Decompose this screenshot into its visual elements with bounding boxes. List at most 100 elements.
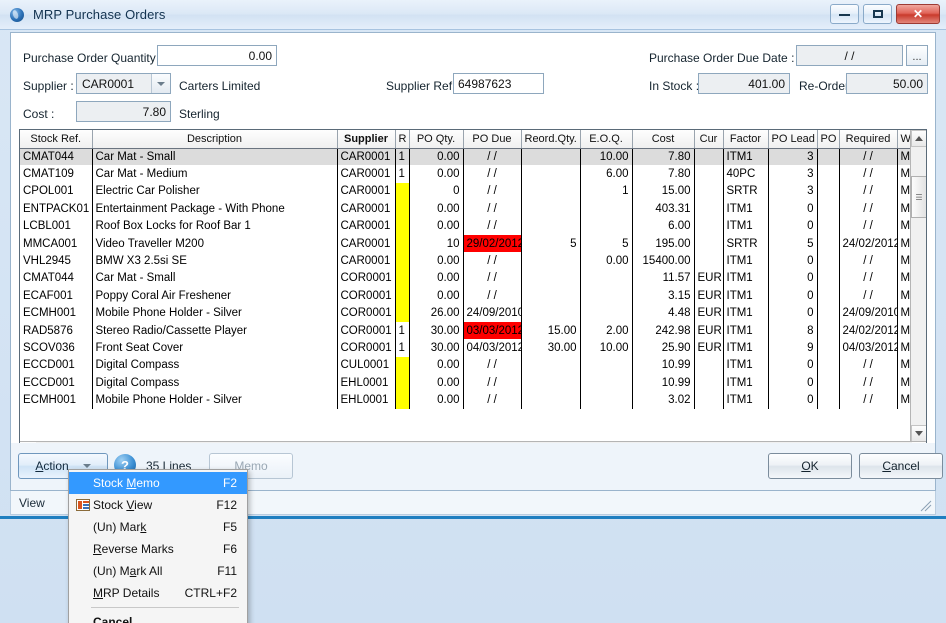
cell-r[interactable] bbox=[395, 374, 410, 392]
cell-reord_qty[interactable] bbox=[521, 200, 581, 218]
cell-po[interactable] bbox=[817, 252, 840, 270]
cell-cur[interactable] bbox=[694, 252, 724, 270]
cell-required[interactable]: / / bbox=[839, 217, 898, 235]
col-eoq[interactable]: E.O.Q. bbox=[580, 130, 633, 149]
cell-po_lead[interactable]: 0 bbox=[768, 374, 818, 392]
cell-description[interactable]: Video Traveller M200 bbox=[92, 234, 338, 253]
cell-stock_ref[interactable]: RAD5876 bbox=[20, 321, 93, 340]
cell-supplier[interactable]: COR0001 bbox=[337, 287, 396, 305]
table-row[interactable]: ECMH001 Mobile Phone Holder - Silver COR00… bbox=[20, 304, 912, 322]
cell-factor[interactable]: ITM1 bbox=[723, 217, 769, 235]
scroll-up-button[interactable] bbox=[911, 130, 926, 147]
cell-factor[interactable]: ITM1 bbox=[723, 391, 769, 409]
cell-w[interactable]: M bbox=[897, 356, 912, 375]
cell-reord_qty[interactable] bbox=[521, 217, 581, 235]
cell-reord_qty[interactable] bbox=[521, 391, 581, 409]
cell-description[interactable]: BMW X3 2.5si SE bbox=[92, 252, 338, 270]
cell-po_qty[interactable]: 0.00 bbox=[409, 374, 464, 392]
cell-required[interactable]: / / bbox=[839, 287, 898, 305]
cell-required[interactable]: / / bbox=[839, 269, 898, 288]
cell-description[interactable]: Stereo Radio/Cassette Player bbox=[92, 321, 338, 340]
cell-reord_qty[interactable] bbox=[521, 148, 581, 166]
cell-cost[interactable]: 15.00 bbox=[632, 182, 695, 201]
cell-po_qty[interactable]: 0.00 bbox=[409, 148, 464, 166]
col-reord-qty[interactable]: Reord.Qty. bbox=[521, 130, 581, 149]
cell-po_qty[interactable]: 30.00 bbox=[409, 321, 464, 340]
cell-w[interactable]: M bbox=[897, 252, 912, 270]
table-row[interactable]: ECCD001 Digital Compass EHL0001 0.00/ /10.9… bbox=[20, 374, 912, 392]
cell-eoq[interactable]: 10.00 bbox=[580, 339, 633, 357]
cell-supplier[interactable]: COR0001 bbox=[337, 304, 396, 322]
cell-supplier[interactable]: CAR0001 bbox=[337, 217, 396, 235]
cell-cost[interactable]: 10.99 bbox=[632, 356, 695, 375]
cell-reord_qty[interactable] bbox=[521, 182, 581, 201]
col-po-lead[interactable]: PO Lead bbox=[768, 130, 818, 149]
scroll-down-button[interactable] bbox=[911, 425, 926, 442]
cell-cur[interactable]: EUR bbox=[694, 287, 724, 305]
table-row[interactable]: CMAT109 Car Mat - Medium CAR0001 1 0.00/ /6.… bbox=[20, 165, 912, 183]
cell-stock_ref[interactable]: CMAT109 bbox=[20, 165, 93, 183]
cell-cur[interactable] bbox=[694, 165, 724, 183]
cell-po[interactable] bbox=[817, 182, 840, 201]
cell-po_qty[interactable]: 0.00 bbox=[409, 165, 464, 183]
ok-button[interactable]: OK bbox=[768, 453, 852, 479]
cell-stock_ref[interactable]: ECCD001 bbox=[20, 356, 93, 375]
cell-r[interactable] bbox=[395, 391, 410, 409]
cell-cur[interactable] bbox=[694, 234, 724, 253]
cell-po_lead[interactable]: 0 bbox=[768, 304, 818, 322]
cell-w[interactable]: M bbox=[897, 391, 912, 409]
cell-po_due[interactable]: / / bbox=[463, 356, 522, 375]
cell-reord_qty[interactable] bbox=[521, 356, 581, 375]
chevron-down-icon[interactable] bbox=[151, 74, 170, 93]
cell-r[interactable]: 1 bbox=[395, 321, 410, 340]
cell-w[interactable]: M bbox=[897, 182, 912, 201]
cell-reord_qty[interactable] bbox=[521, 287, 581, 305]
cell-r[interactable] bbox=[395, 217, 410, 235]
cell-cost[interactable]: 6.00 bbox=[632, 217, 695, 235]
col-stock-ref[interactable]: Stock Ref. bbox=[20, 130, 93, 149]
cell-po[interactable] bbox=[817, 287, 840, 305]
cell-w[interactable]: M bbox=[897, 269, 912, 288]
cell-eoq[interactable]: 1 bbox=[580, 182, 633, 201]
col-r[interactable]: R bbox=[395, 130, 410, 149]
cell-description[interactable]: Car Mat - Medium bbox=[92, 165, 338, 183]
cell-w[interactable]: M bbox=[897, 165, 912, 183]
menu-item-mrp-details[interactable]: MRP Details CTRL+F2 bbox=[69, 582, 247, 604]
cell-r[interactable] bbox=[395, 200, 410, 218]
cell-eoq[interactable] bbox=[580, 269, 633, 288]
cell-eoq[interactable] bbox=[580, 304, 633, 322]
cell-supplier[interactable]: COR0001 bbox=[337, 339, 396, 357]
cell-po[interactable] bbox=[817, 321, 840, 340]
col-cur[interactable]: Cur bbox=[694, 130, 724, 149]
table-row[interactable]: ENTPACK01 Entertainment Package - With Ph… bbox=[20, 200, 912, 218]
cell-cost[interactable]: 15400.00 bbox=[632, 252, 695, 270]
cost-input[interactable]: 7.80 bbox=[76, 101, 171, 122]
cell-cost[interactable]: 195.00 bbox=[632, 234, 695, 253]
cell-po_due[interactable]: / / bbox=[463, 148, 522, 166]
table-row[interactable]: ECCD001 Digital Compass CUL0001 0.00/ /10.9… bbox=[20, 356, 912, 375]
cell-po_due[interactable]: / / bbox=[463, 391, 522, 409]
cell-r[interactable] bbox=[395, 182, 410, 201]
minimize-button[interactable] bbox=[830, 4, 859, 24]
cell-supplier[interactable]: CAR0001 bbox=[337, 165, 396, 183]
grid-vertical-scrollbar[interactable]: ☰ bbox=[910, 130, 926, 442]
cell-w[interactable]: M bbox=[897, 287, 912, 305]
cell-po_due[interactable]: 24/09/2010 bbox=[463, 304, 522, 322]
cell-cur[interactable] bbox=[694, 200, 724, 218]
col-po[interactable]: PO bbox=[817, 130, 840, 149]
cell-po_lead[interactable]: 0 bbox=[768, 287, 818, 305]
table-row[interactable]: CMAT044 Car Mat - Small CAR0001 1 0.00/ /10.… bbox=[20, 148, 912, 166]
cell-eoq[interactable] bbox=[580, 356, 633, 375]
cell-po_qty[interactable]: 0.00 bbox=[409, 391, 464, 409]
col-description[interactable]: Description bbox=[92, 130, 338, 149]
cell-eoq[interactable] bbox=[580, 287, 633, 305]
cell-eoq[interactable] bbox=[580, 217, 633, 235]
cell-po[interactable] bbox=[817, 148, 840, 166]
cell-po_due[interactable]: / / bbox=[463, 252, 522, 270]
col-required[interactable]: Required bbox=[839, 130, 898, 149]
cell-po[interactable] bbox=[817, 217, 840, 235]
cell-r[interactable] bbox=[395, 269, 410, 288]
cell-factor[interactable]: ITM1 bbox=[723, 148, 769, 166]
cell-factor[interactable]: ITM1 bbox=[723, 321, 769, 340]
cell-w[interactable]: M bbox=[897, 200, 912, 218]
